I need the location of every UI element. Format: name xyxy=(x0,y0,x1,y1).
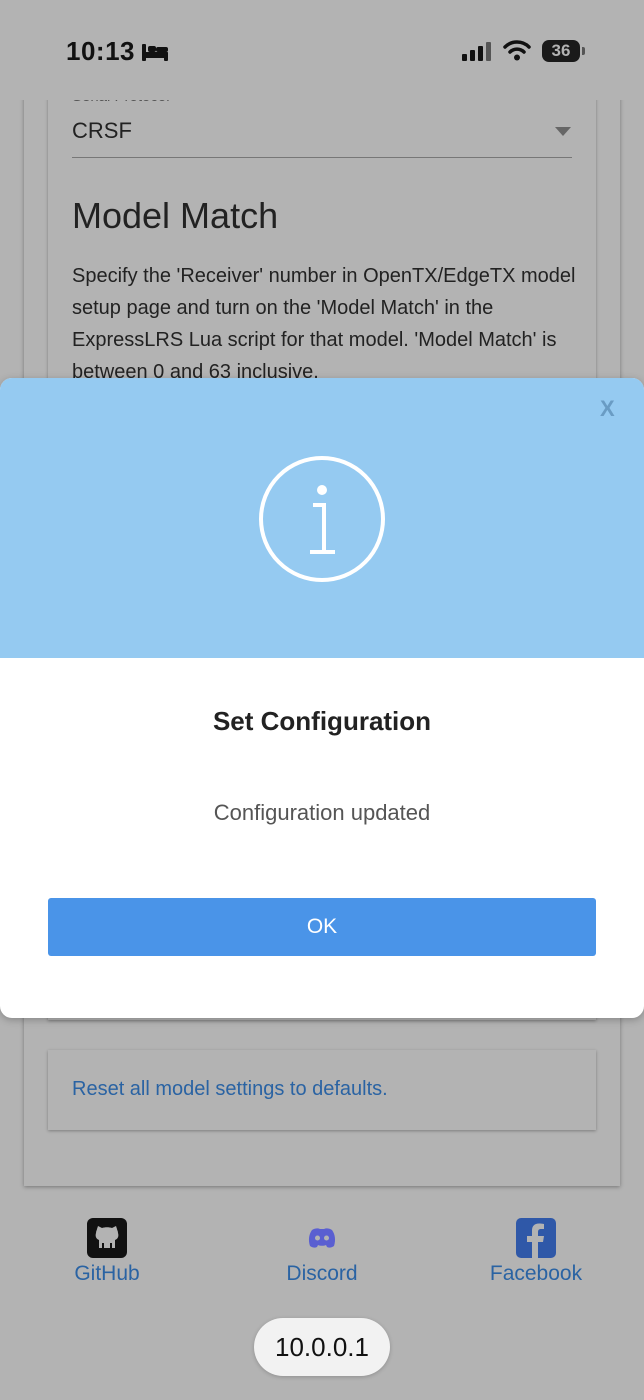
footer-discord-label: Discord xyxy=(286,1262,358,1285)
dialog-message: Configuration updated xyxy=(213,800,431,825)
alert-dialog: X Set Configuration Configuration update… xyxy=(0,378,644,1018)
footer-facebook-label: Facebook xyxy=(489,1262,583,1285)
github-icon xyxy=(87,1218,127,1258)
footer-github-label: GitHub xyxy=(74,1262,140,1285)
address-bar[interactable]: 10.0.0.1 xyxy=(254,1318,390,1376)
reset-card: Reset all model settings to defaults. xyxy=(48,1050,596,1130)
facebook-icon xyxy=(516,1218,556,1258)
footer-github-link[interactable]: GitHub xyxy=(66,1218,148,1286)
wifi-icon xyxy=(503,39,531,66)
reset-defaults-link[interactable]: Reset all model settings to defaults. xyxy=(72,1078,388,1101)
select-underline xyxy=(72,157,572,158)
status-time: 10:13 xyxy=(66,36,135,66)
serial-protocol-select[interactable]: CRSF xyxy=(72,118,132,144)
bed-icon xyxy=(141,42,169,67)
battery-nub xyxy=(582,47,585,55)
model-match-title: Model Match xyxy=(72,195,279,236)
info-icon xyxy=(259,456,385,582)
dropdown-arrow-icon[interactable] xyxy=(555,127,571,136)
dialog-title: Set Configuration xyxy=(212,706,432,736)
battery-level: 36 xyxy=(551,41,571,60)
footer-facebook-link[interactable]: Facebook xyxy=(484,1218,588,1286)
model-match-description: Specify the 'Receiver' number in OpenTX/… xyxy=(72,265,576,383)
status-bar: 10:13 36 xyxy=(0,0,644,100)
battery-icon: 36 xyxy=(542,40,580,62)
signal-icon xyxy=(462,41,492,66)
dialog-header: X xyxy=(0,378,644,658)
footer-discord-link[interactable]: Discord xyxy=(280,1218,364,1286)
ok-button[interactable]: OK xyxy=(48,898,596,956)
close-icon[interactable]: X xyxy=(600,396,615,422)
discord-icon xyxy=(308,1228,336,1248)
